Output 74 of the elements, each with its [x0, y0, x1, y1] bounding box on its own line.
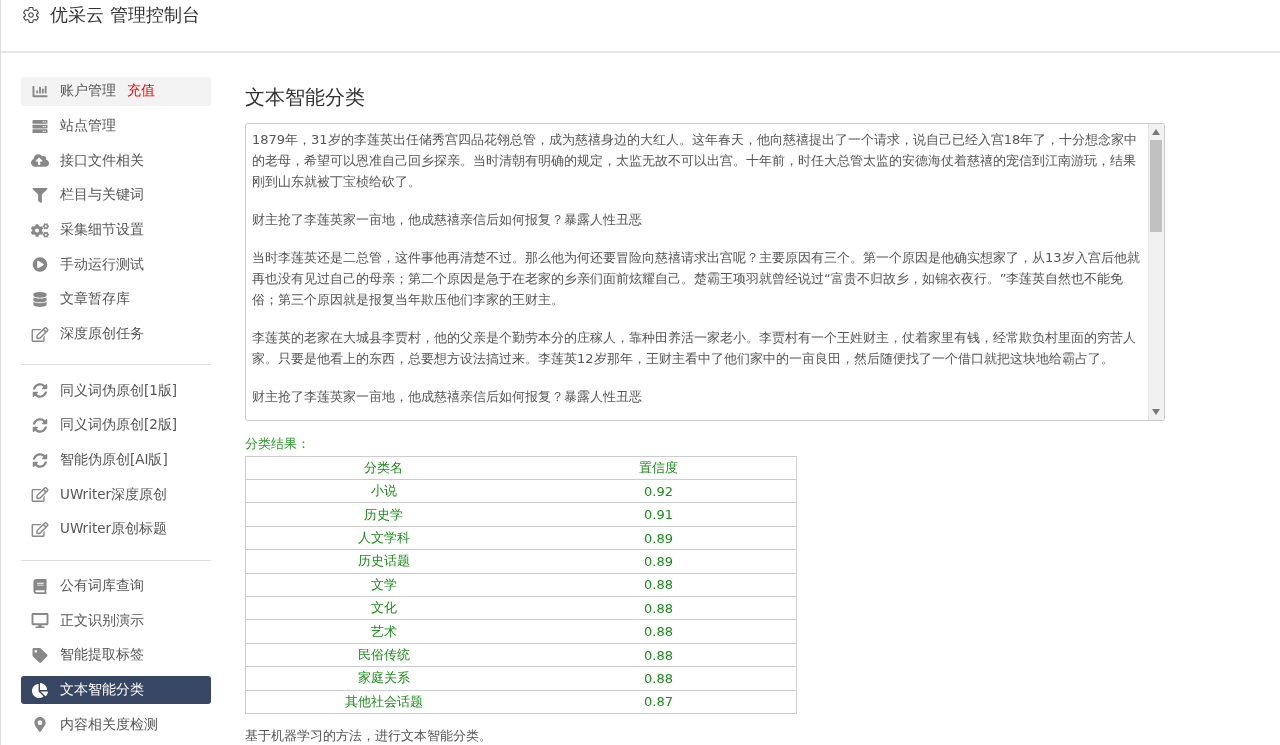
table-cell: 0.88: [521, 619, 797, 644]
app-title: 优采云 管理控制台: [50, 4, 200, 26]
pie-chart-icon: [31, 682, 49, 698]
table-cell: 民俗传统: [245, 643, 521, 667]
table-cell: 人文学科: [245, 526, 521, 550]
table-cell: 0.88: [521, 573, 797, 597]
settings-icon: [22, 6, 40, 24]
table-cell: 0.88: [521, 643, 797, 667]
scrollbar-thumb[interactable]: [1150, 140, 1162, 232]
tag-icon: [31, 647, 49, 663]
refresh-icon: [31, 417, 49, 433]
cloud-upload-icon: [31, 153, 49, 169]
table-cell: 0.88: [521, 596, 797, 620]
table-cell: 文学: [245, 573, 521, 597]
article-paragraph: 财主抢了李莲英家一亩地，他成慈禧亲信后如何报复？暴露人性丑恶: [252, 388, 643, 406]
sidebar-item[interactable]: 栏目与关键词: [21, 181, 211, 210]
table-cell: 0.92: [521, 479, 797, 503]
edit-icon: [31, 326, 49, 342]
play-icon: [31, 257, 49, 273]
article-paragraph: 当时李莲英还是二总管，这件事他再清楚不过。那么他为何还要冒险向慈禧请求出宫呢？主要原因有三个。第一个原因是他确实想家了，从13岁入宫后他就再也没有见过自己的母亲；第二个原因是急于在老家的乡亲们面前炫耀自己。楚霸王项羽就曾经说过“富贵不归故乡，如锦衣夜行。”李莲英自然也不能免俗；第三个原因就是报复当年欺压他们李家的王财主。: [252, 249, 1140, 309]
map-pin-icon: [31, 717, 49, 733]
sidebar-item[interactable]: 接口文件相关: [21, 146, 211, 175]
refresh-icon: [31, 452, 49, 468]
database-icon: [31, 291, 49, 307]
table-cell: 0.88: [521, 666, 797, 691]
sidebar-item[interactable]: UWriter原创标题: [21, 515, 211, 544]
sidebar-item[interactable]: 公有词库查询: [21, 571, 211, 601]
bar-chart-icon: [31, 83, 49, 99]
sidebar-item[interactable]: 深度原创任务: [21, 319, 211, 349]
sidebar-item[interactable]: 站点管理: [21, 111, 211, 141]
description-text: 基于机器学习的方法，进行文本智能分类。: [245, 727, 493, 745]
sidebar-item[interactable]: 采集细节设置: [21, 215, 211, 245]
monitor-icon: [31, 613, 49, 629]
recharge-link[interactable]: 充值: [127, 82, 155, 101]
column-header: 置信度: [521, 456, 797, 480]
edit-icon: [31, 521, 49, 537]
article-paragraph: 财主抢了李莲英家一亩地，他成慈禧亲信后如何报复？暴露人性丑恶: [252, 211, 643, 229]
sidebar-item[interactable]: 同义词伪原创[1版]: [21, 376, 211, 406]
column-header: 分类名: [245, 456, 521, 480]
article-field[interactable]: [245, 123, 1165, 421]
table-cell: 艺术: [245, 619, 521, 644]
sidebar-item[interactable]: 正文识别演示: [21, 606, 211, 636]
sidebar-item[interactable]: 文章暂存库: [21, 285, 211, 314]
table-cell: 小说: [245, 479, 521, 503]
table-cell: 历史话题: [245, 549, 521, 574]
refresh-icon: [31, 383, 49, 399]
table-cell: 0.89: [521, 549, 797, 574]
table-cell: 0.91: [521, 503, 797, 527]
table-cell: 0.87: [521, 690, 797, 714]
article-paragraph: 李莲英的老家在大城县李贾村，他的父亲是个勤劳本分的庄稼人，靠种田养活一家老小。李贾村有一个王姓财主，仗着家里有钱，经常欺负村里面的穷苦人家。只要是他看上的东西，总要想方设法搞过来。李莲英12岁那年，王财主看中了他们家中的一亩良田，然后随便找了一个借口就把这块地给霸占了。: [252, 329, 1137, 368]
gears-icon: [31, 222, 49, 238]
scroll-down-icon[interactable]: [1152, 408, 1160, 415]
sidebar-item[interactable]: 账户管理 充值: [21, 77, 211, 106]
sidebar-item[interactable]: 智能伪原创[AI版]: [21, 445, 211, 475]
table-cell: 其他社会话题: [245, 690, 521, 714]
result-label: 分类结果：: [245, 434, 311, 453]
sidebar-item[interactable]: UWriter深度原创: [21, 480, 211, 510]
table-cell: 历史学: [245, 503, 521, 527]
scrollbar[interactable]: [1148, 124, 1164, 420]
article-paragraph: 1879年，31岁的李莲英出任储秀宫四品花翎总管，成为慈禧身边的大红人。这年春天，他向慈禧提出了一个请求，说自己已经入宫18年了，十分想念家中的老母，希望可以恩准自己回乡探亲。当时清朝有明确的规定，太监无故不可以出宫。十年前，时任大总管太监的安德海仗着慈禧的宠信到江南游玩，结果刚到山东就被丁宝桢给砍了。: [252, 131, 1139, 191]
scroll-up-icon[interactable]: [1152, 129, 1160, 135]
sidebar-item[interactable]: 智能提取标签: [21, 641, 211, 670]
server-icon: [31, 118, 49, 134]
edit-icon: [31, 487, 49, 503]
table-cell: 文化: [245, 596, 521, 620]
sidebar-item[interactable]: 同义词伪原创[2版]: [21, 411, 211, 440]
table-cell: 家庭关系: [245, 666, 521, 691]
sidebar-item[interactable]: 手动运行测试: [21, 250, 211, 280]
filter-icon: [31, 187, 49, 203]
sidebar-item[interactable]: 内容相关度检测: [21, 710, 211, 740]
page-title: 文本智能分类: [245, 84, 366, 111]
book-icon: [31, 578, 49, 594]
table-cell: 0.89: [521, 526, 797, 550]
sidebar-item[interactable]: 文本智能分类: [21, 675, 211, 705]
